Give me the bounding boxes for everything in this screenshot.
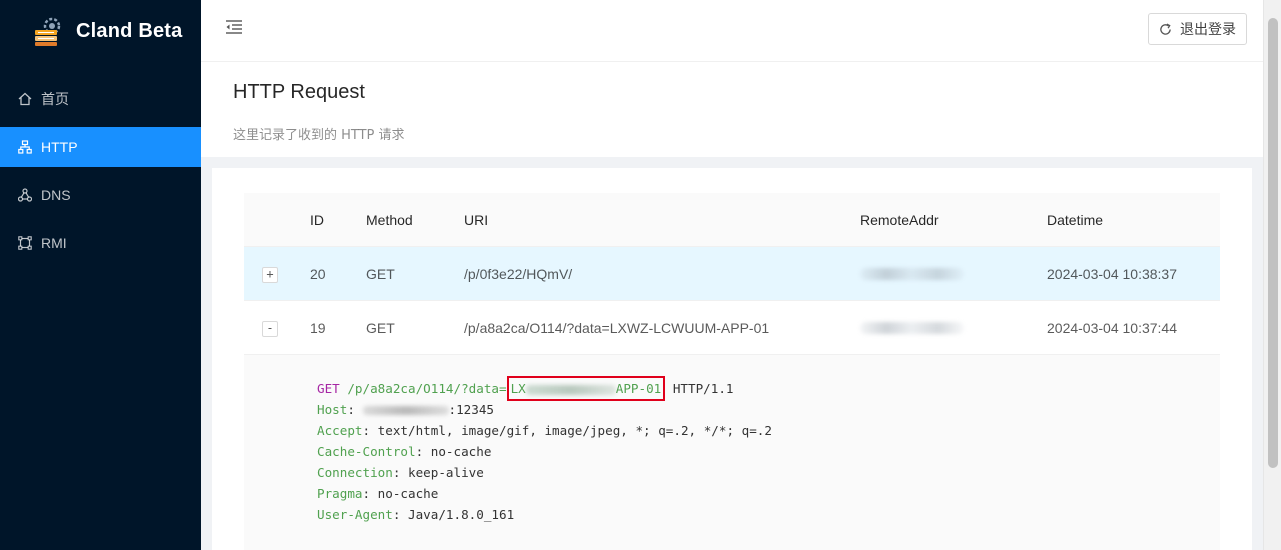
row-method: GET xyxy=(366,320,395,336)
sidebar-item-label: DNS xyxy=(41,187,71,203)
sidebar-item-http[interactable]: HTTP xyxy=(0,127,201,167)
cluster-icon xyxy=(18,188,32,202)
page-header: HTTP Request 这里记录了收到的 HTTP 请求 xyxy=(201,62,1263,157)
collapse-row-button[interactable]: - xyxy=(262,321,278,337)
row-id: 20 xyxy=(310,266,326,282)
row-id: 19 xyxy=(310,320,326,336)
sidebar-menu: 首页 HTTP DNS RMI xyxy=(0,79,201,263)
row-datetime: 2024-03-04 10:37:44 xyxy=(1047,320,1177,336)
scrollbar-thumb[interactable] xyxy=(1268,18,1278,468)
top-header: 退出登录 xyxy=(201,0,1263,62)
header-name: User-Agent xyxy=(317,507,393,522)
sidebar-item-rmi[interactable]: RMI xyxy=(0,223,201,263)
logout-button[interactable]: 退出登录 xyxy=(1148,13,1247,45)
column-header-id: ID xyxy=(310,212,324,228)
reload-icon xyxy=(1160,23,1171,35)
header-name: Cache-Control xyxy=(317,444,416,459)
row-remote-addr-redacted xyxy=(860,268,964,280)
request-table: ID Method URI RemoteAddr Datetime + 20 G… xyxy=(244,193,1220,550)
menu-fold-icon[interactable] xyxy=(225,19,243,35)
redacted-data xyxy=(525,384,616,395)
expanded-row-detail: GET /p/a8a2ca/O114/?data= LX APP-01 HTTP/1… xyxy=(244,355,1220,550)
header-value: no-cache xyxy=(430,444,492,459)
header-value: no-cache xyxy=(377,486,439,501)
logout-label: 退出登录 xyxy=(1180,22,1236,38)
row-datetime: 2024-03-04 10:38:37 xyxy=(1047,266,1177,282)
page-subtitle: 这里记录了收到的 HTTP 请求 xyxy=(233,128,405,143)
header-name: Host xyxy=(317,402,348,417)
frame-icon xyxy=(18,236,32,250)
table-header: ID Method URI RemoteAddr Datetime xyxy=(244,193,1220,247)
header-value: keep-alive xyxy=(408,465,484,480)
logo-icon xyxy=(35,17,61,46)
sidebar-item-home[interactable]: 首页 xyxy=(0,79,201,119)
home-icon xyxy=(18,92,32,106)
request-path-prefix: /p/a8a2ca/O114/?data= xyxy=(347,381,507,396)
redacted-host xyxy=(362,406,449,415)
app-title: Cland Beta xyxy=(76,19,183,42)
header-value: Java/1.8.0_161 xyxy=(408,507,515,522)
row-uri: /p/a8a2ca/O114/?data=LXWZ-LCWUUM-APP-01 xyxy=(464,320,770,336)
table-row[interactable]: + 20 GET /p/0f3e22/HQmV/ 2024-03-04 10:3… xyxy=(244,247,1220,301)
column-header-remote-addr: RemoteAddr xyxy=(860,212,939,228)
raw-request-code: GET /p/a8a2ca/O114/?data= LX APP-01 HTTP/1… xyxy=(317,376,772,525)
data-param-end: APP-01 xyxy=(615,381,662,396)
row-method: GET xyxy=(366,266,395,282)
header-name: Accept xyxy=(317,423,363,438)
request-method: GET xyxy=(317,381,340,396)
logo[interactable]: Cland Beta xyxy=(0,0,201,62)
sidebar-item-label: HTTP xyxy=(41,139,78,155)
sidebar-item-label: RMI xyxy=(41,235,67,251)
header-value: text/html, image/gif, image/jpeg, *; q=.… xyxy=(377,423,772,438)
table-row[interactable]: - 19 GET /p/a8a2ca/O114/?data=LXWZ-LCWUU… xyxy=(244,301,1220,355)
header-name: Pragma xyxy=(317,486,363,501)
sitemap-icon xyxy=(18,140,32,154)
scrollbar[interactable] xyxy=(1263,0,1281,550)
data-param-start: LX xyxy=(510,381,526,396)
row-uri: /p/0f3e22/HQmV/ xyxy=(464,266,573,282)
column-header-datetime: Datetime xyxy=(1047,212,1104,228)
page-title: HTTP Request xyxy=(233,81,365,103)
expand-row-button[interactable]: + xyxy=(262,267,278,283)
column-header-method: Method xyxy=(366,212,413,228)
row-remote-addr-redacted xyxy=(860,322,964,334)
sidebar-item-label: 首页 xyxy=(41,91,69,107)
sidebar: Cland Beta 首页 HTTP DNS RMI xyxy=(0,0,201,550)
highlighted-data-param: LX APP-01 xyxy=(506,376,666,401)
column-header-uri: URI xyxy=(464,212,489,228)
header-value: :12345 xyxy=(448,402,495,417)
header-name: Connection xyxy=(317,465,393,480)
sidebar-item-dns[interactable]: DNS xyxy=(0,175,201,215)
request-protocol: HTTP/1.1 xyxy=(672,381,734,396)
